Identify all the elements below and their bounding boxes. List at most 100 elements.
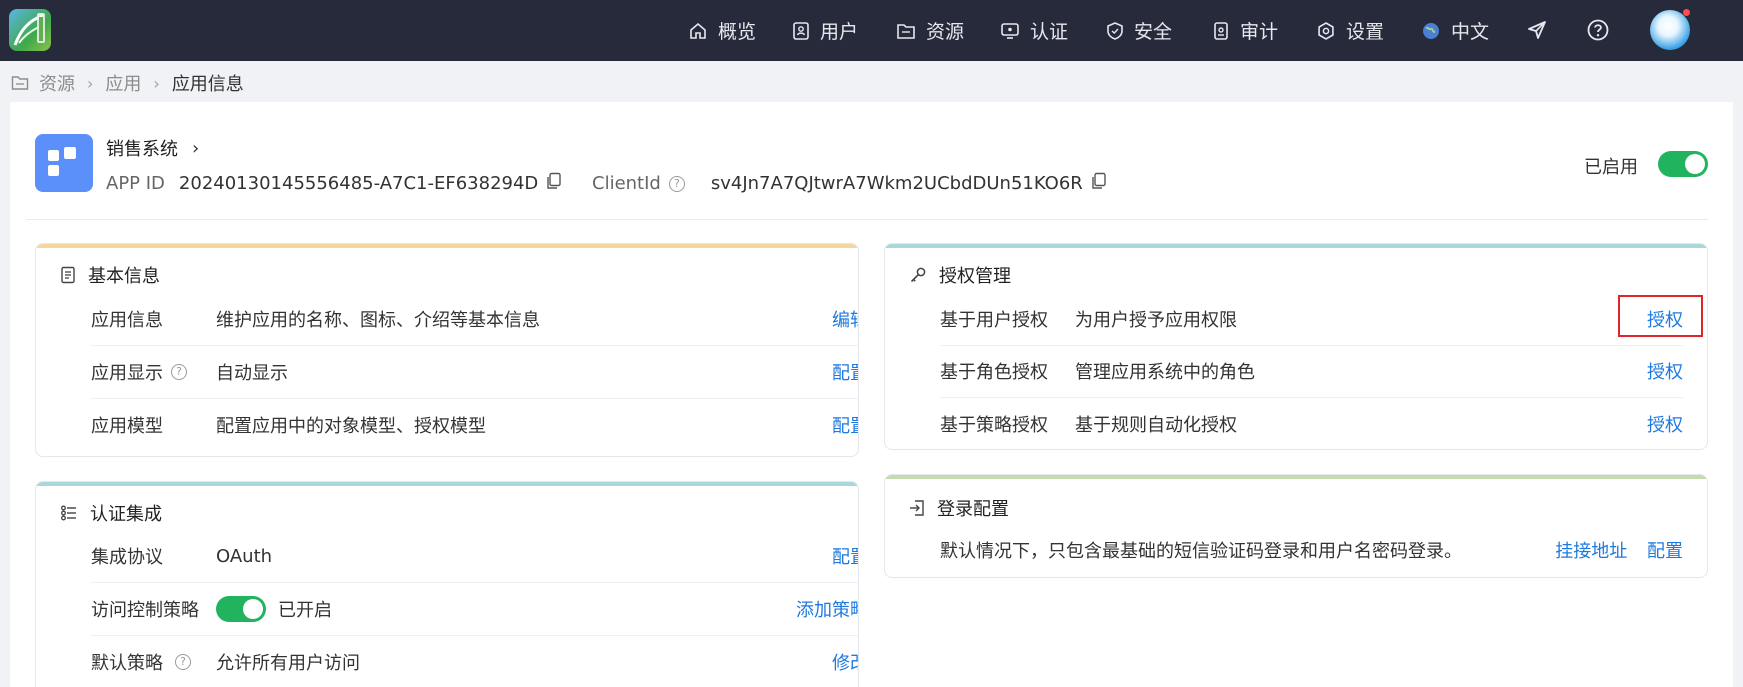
key-icon	[910, 267, 926, 283]
authorize-link[interactable]: 授权	[1647, 411, 1683, 437]
configure-link[interactable]: 配置	[832, 412, 858, 438]
basic-info-title-text: 基本信息	[88, 266, 160, 287]
row-desc: 管理应用系统中的角色	[1075, 362, 1255, 383]
card-accent-bar	[885, 475, 1707, 479]
avatar[interactable]	[1650, 10, 1690, 50]
nav-resources-label: 资源	[926, 21, 965, 43]
app-enabled-toggle[interactable]	[1658, 151, 1708, 177]
breadcrumb-apps[interactable]: 应用	[105, 70, 141, 96]
add-policy-link[interactable]: 添加策略	[796, 596, 858, 622]
row-label: 集成协议	[91, 547, 163, 568]
login-config-actions: 挂接地址 配置	[1555, 537, 1683, 563]
row-label: 应用信息	[91, 310, 163, 331]
breadcrumb-current: 应用信息	[171, 74, 244, 95]
send-icon[interactable]	[1523, 16, 1551, 44]
auth-row-access-policy: 访问控制策略 已开启 添加策略	[91, 583, 858, 635]
hook-address-link[interactable]: 挂接地址	[1555, 541, 1627, 562]
row-label: 基于用户授权	[940, 310, 1048, 331]
nav-language-label: 中文	[1451, 21, 1490, 43]
chevron-right-icon: ›	[153, 73, 160, 93]
app-logo[interactable]	[9, 9, 51, 51]
modify-link[interactable]: 修改	[832, 649, 858, 675]
row-desc: 为用户授予应用权限	[1075, 310, 1237, 331]
row-label: 访问控制策略	[91, 600, 199, 621]
authorization-title: 授权管理	[909, 262, 1011, 288]
configure-link[interactable]: 配置	[832, 359, 858, 385]
list-settings-icon	[61, 505, 76, 521]
app-header: 销售系统 › APP ID 20240130145556485-A7C1-EF6…	[26, 118, 1708, 220]
breadcrumb-resources[interactable]: 资源	[39, 70, 75, 96]
breadcrumb: 资源 › 应用 › 应用信息	[11, 70, 244, 96]
notification-dot	[1683, 9, 1690, 16]
copy-icon[interactable]	[1091, 172, 1107, 195]
basic-row-app-display: 应用显示? 自动显示 配置	[91, 346, 858, 398]
auth-integration-card: 认证集成 集成协议 OAuth 配置 访问控制策略 已开启 添加策略 默认策略?…	[35, 481, 859, 687]
basic-info-title: 基本信息	[60, 262, 160, 288]
authz-row-role: 基于角色授权 管理应用系统中的角色 授权	[940, 345, 1683, 397]
auth-row-default-policy: 默认策略? 允许所有用户访问 修改	[91, 636, 858, 687]
settings-icon	[1318, 21, 1334, 40]
login-config-title: 登录配置	[909, 495, 1009, 521]
app-name-text: 销售系统	[106, 139, 178, 160]
app-name[interactable]: 销售系统 ›	[106, 135, 199, 161]
basic-row-app-model: 应用模型 配置应用中的对象模型、授权模型 配置	[91, 399, 858, 451]
chevron-right-icon: ›	[192, 137, 200, 159]
client-id-label: ClientId	[592, 173, 661, 194]
nav-users[interactable]: 用户	[792, 0, 858, 61]
access-policy-toggle[interactable]	[216, 596, 266, 622]
row-desc: 基于规则自动化授权	[1075, 415, 1237, 436]
nav-users-label: 用户	[820, 21, 859, 43]
app-id-row: APP ID 20240130145556485-A7C1-EF638294D	[106, 172, 562, 195]
nav-overview[interactable]: 概览	[688, 0, 756, 61]
row-desc: 维护应用的名称、图标、介绍等基本信息	[216, 310, 540, 331]
login-config-row: 默认情况下，只包含最基础的短信验证码登录和用户名密码登录。 挂接地址 配置	[940, 524, 1683, 576]
configure-link[interactable]: 配置	[832, 543, 858, 569]
configure-link[interactable]: 配置	[1647, 541, 1683, 562]
nav-security[interactable]: 安全	[1106, 0, 1172, 61]
top-navigation-bar: 概览 用户 资源 认证 安全 审计 设置 中文	[0, 0, 1743, 61]
nav-audit-label: 审计	[1240, 21, 1279, 43]
home-icon	[690, 22, 706, 39]
question-icon[interactable]: ?	[668, 175, 685, 192]
client-id-row: ClientId ? sv4Jn7A7QJtwrA7Wkm2UCbdDUn51K…	[592, 172, 1107, 195]
question-icon[interactable]: ?	[171, 364, 187, 380]
row-label: 基于策略授权	[940, 415, 1048, 436]
folder-icon	[897, 23, 915, 39]
copy-icon[interactable]	[546, 172, 562, 195]
row-label: 默认策略?	[91, 649, 191, 675]
help-icon[interactable]	[1584, 16, 1612, 44]
auth-row-protocol: 集成协议 OAuth 配置	[91, 530, 858, 582]
nav-settings-label: 设置	[1346, 21, 1385, 43]
question-icon[interactable]: ?	[175, 654, 191, 670]
row-desc: 允许所有用户访问	[216, 653, 360, 674]
card-accent-bar	[36, 244, 858, 248]
row-label: 应用显示?	[91, 359, 187, 385]
nav-language[interactable]: 中文	[1421, 0, 1489, 61]
app-id-label: APP ID	[106, 173, 165, 194]
row-desc: 配置应用中的对象模型、授权模型	[216, 416, 486, 437]
authorization-card: 授权管理 基于用户授权 为用户授予应用权限 授权 基于角色授权 管理应用系统中的…	[884, 243, 1708, 450]
login-config-title-text: 登录配置	[937, 499, 1009, 520]
authorize-link[interactable]: 授权	[1647, 358, 1683, 384]
nav-auth-label: 认证	[1030, 21, 1069, 43]
nav-auth[interactable]: 认证	[1000, 0, 1068, 61]
highlight-box	[1618, 295, 1703, 337]
authz-row-policy: 基于策略授权 基于规则自动化授权 授权	[940, 398, 1683, 449]
row-label-text: 默认策略	[91, 653, 163, 674]
edit-link[interactable]: 编辑	[832, 306, 858, 332]
client-id-value: sv4Jn7A7QJtwrA7Wkm2UCbdDUn51KO6R	[710, 173, 1083, 194]
nav-audit[interactable]: 审计	[1212, 0, 1278, 61]
auth-integration-title: 认证集成	[60, 500, 162, 526]
login-config-card: 登录配置 默认情况下，只包含最基础的短信验证码登录和用户名密码登录。 挂接地址 …	[884, 474, 1708, 578]
nav-resources[interactable]: 资源	[896, 0, 964, 61]
nav-settings[interactable]: 设置	[1316, 0, 1384, 61]
row-label: 基于角色授权	[940, 362, 1048, 383]
authorization-title-text: 授权管理	[939, 266, 1011, 287]
user-icon	[793, 21, 809, 40]
chevron-right-icon: ›	[87, 73, 94, 93]
auth-integration-title-text: 认证集成	[90, 504, 162, 525]
login-config-desc: 默认情况下，只包含最基础的短信验证码登录和用户名密码登录。	[940, 541, 1462, 562]
access-policy-status: 已开启	[278, 600, 332, 621]
row-label-text: 应用显示	[91, 363, 163, 384]
audit-icon	[1214, 21, 1228, 40]
